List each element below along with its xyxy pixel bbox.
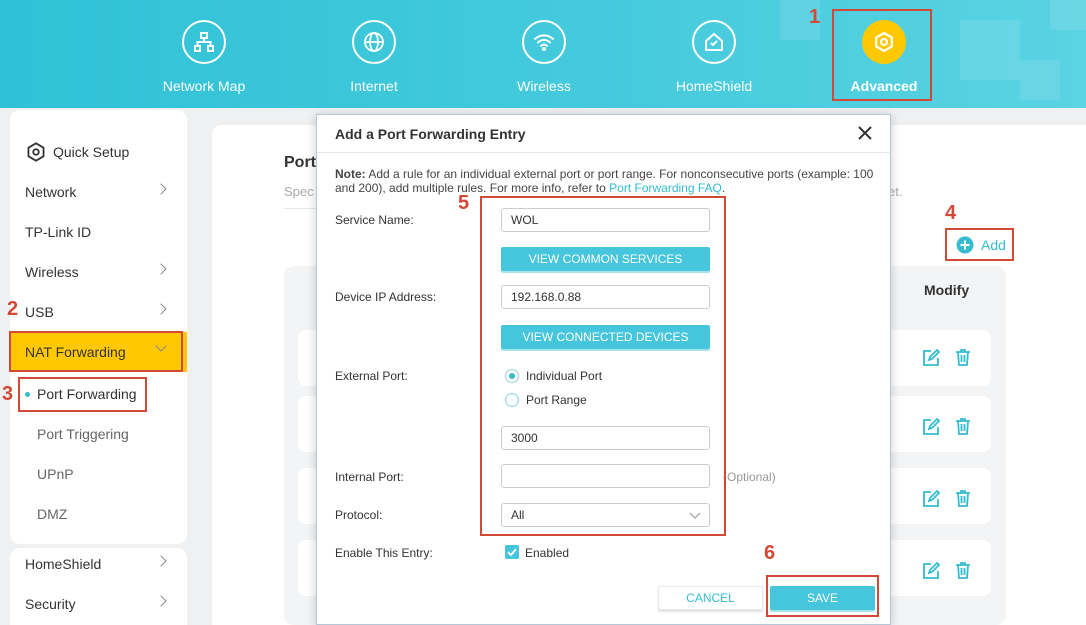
trash-icon[interactable] — [953, 560, 973, 580]
port-forwarding-faq-link[interactable]: Port Forwarding FAQ — [609, 181, 722, 195]
decoration — [960, 20, 1020, 80]
edit-icon[interactable] — [921, 348, 941, 368]
chevron-right-icon — [155, 263, 167, 275]
sidebar-item-homeshield[interactable]: HomeShield — [10, 544, 187, 584]
sidebar-subitem-port-triggering[interactable]: Port Triggering — [10, 416, 187, 452]
sidebar-item-quick-setup[interactable]: Quick Setup — [10, 132, 187, 172]
home-shield-icon — [692, 20, 736, 64]
gear-icon — [27, 142, 45, 162]
sidebar-item-network[interactable]: Network — [10, 172, 187, 212]
enabled-label: Enabled — [525, 546, 570, 560]
step-1-label: 1 — [809, 6, 821, 28]
edit-icon[interactable] — [921, 417, 941, 437]
note-label: Note: — [335, 167, 366, 181]
step-4-label: 4 — [945, 202, 957, 224]
chevron-right-icon — [155, 595, 167, 607]
step-6-label: 6 — [764, 542, 776, 564]
chevron-right-icon — [155, 303, 167, 315]
sidebar-subitem-label: Port Triggering — [37, 426, 129, 442]
chevron-right-icon — [155, 183, 167, 195]
edit-icon[interactable] — [921, 561, 941, 581]
step-2-callout — [9, 331, 183, 372]
trash-icon[interactable] — [953, 347, 973, 367]
nav-label: Network Map — [162, 78, 246, 94]
wifi-icon — [522, 20, 566, 64]
edit-icon[interactable] — [921, 489, 941, 509]
nav-label: Wireless — [517, 78, 571, 94]
trash-icon[interactable] — [953, 416, 973, 436]
page-description: Spec — [284, 184, 314, 199]
sidebar-item-usb[interactable]: USB — [10, 292, 187, 332]
step-3-label: 3 — [2, 383, 14, 405]
globe-icon — [352, 20, 396, 64]
service-name-label: Service Name: — [335, 213, 414, 227]
nav-network-map[interactable]: Network Map — [144, 20, 264, 94]
sidebar-subitem-label: DMZ — [37, 506, 68, 522]
dialog-header: Add a Port Forwarding Entry — [317, 115, 890, 153]
sidebar-item-wireless[interactable]: Wireless — [10, 252, 187, 292]
sidebar-item-label: Network — [25, 184, 77, 200]
step-6-callout — [766, 575, 879, 617]
sidebar-item-label: USB — [25, 304, 54, 320]
sidebar-item-security[interactable]: Security — [10, 584, 187, 624]
column-header-modify: Modify — [924, 282, 970, 298]
enable-entry-label: Enable This Entry: — [335, 546, 433, 560]
sidebar-item-label: Security — [25, 596, 76, 612]
decoration — [1050, 0, 1086, 30]
nav-label: Internet — [350, 78, 398, 94]
decoration — [1020, 60, 1060, 100]
device-ip-label: Device IP Address: — [335, 290, 437, 304]
nav-internet[interactable]: Internet — [314, 20, 434, 94]
step-4-callout — [945, 228, 1014, 261]
step-2-label: 2 — [7, 298, 19, 320]
nav-homeshield[interactable]: HomeShield — [654, 20, 774, 94]
internal-port-label: Internal Port: — [335, 470, 404, 484]
sidebar-lower: HomeShield Security — [10, 548, 187, 625]
dialog-note: Note: Add a rule for an individual exter… — [335, 167, 875, 195]
optional-hint: (Optional) — [723, 470, 776, 484]
sidebar: Quick Setup Network TP-Link ID Wireless … — [10, 110, 187, 544]
sidebar-item-tplink-id[interactable]: TP-Link ID — [10, 212, 187, 252]
cancel-button[interactable]: CANCEL — [658, 586, 763, 610]
nav-wireless[interactable]: Wireless — [484, 20, 604, 94]
close-icon[interactable] — [856, 124, 874, 142]
trash-icon[interactable] — [953, 488, 973, 508]
page-title: Port — [284, 154, 316, 171]
protocol-label: Protocol: — [335, 508, 383, 522]
sidebar-subitem-dmz[interactable]: DMZ — [10, 496, 187, 532]
step-1-callout — [832, 9, 932, 101]
enabled-checkbox[interactable] — [505, 545, 519, 559]
note-end: . — [721, 181, 726, 195]
chevron-right-icon — [155, 555, 167, 567]
sidebar-item-label: TP-Link ID — [25, 224, 92, 240]
dialog-title: Add a Port Forwarding Entry — [335, 125, 526, 142]
nav-label: HomeShield — [675, 78, 753, 94]
note-text: Add a rule for an individual external po… — [335, 167, 874, 195]
sidebar-subitem-upnp[interactable]: UPnP — [10, 456, 187, 492]
step-3-callout — [18, 377, 147, 412]
external-port-label: External Port: — [335, 369, 408, 383]
sidebar-item-label: HomeShield — [25, 556, 102, 572]
network-map-icon — [182, 20, 226, 64]
sidebar-item-label: Wireless — [25, 264, 79, 280]
sidebar-item-label: Quick Setup — [53, 144, 130, 160]
step-5-callout — [480, 196, 726, 536]
step-5-label: 5 — [458, 192, 470, 214]
sidebar-subitem-label: UPnP — [37, 466, 74, 482]
